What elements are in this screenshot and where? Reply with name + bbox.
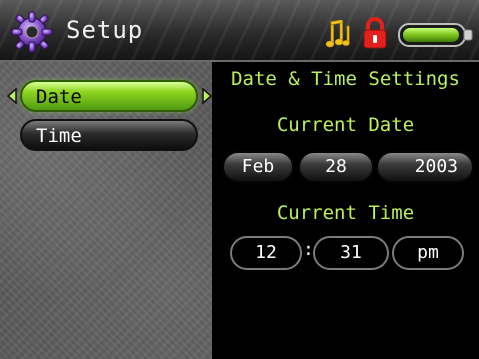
month-field[interactable]: Feb	[222, 151, 294, 183]
current-date-heading: Current Date	[276, 114, 415, 136]
day-field[interactable]: 28	[298, 151, 374, 183]
menu-item-label: Time	[36, 125, 82, 147]
battery-icon	[398, 23, 473, 47]
header-bar: Setup	[0, 0, 479, 62]
panel-title: Date & Time Settings	[231, 68, 460, 90]
menu-item-time[interactable]: Time	[20, 119, 198, 151]
arrow-left-icon[interactable]	[6, 88, 18, 104]
settings-menu: Date Time	[0, 62, 213, 359]
date-time-panel: Date & Time Settings Current Date Feb 28…	[212, 62, 479, 359]
menu-item-date[interactable]: Date	[20, 80, 198, 112]
year-field[interactable]: 2003	[376, 151, 474, 183]
minute-field[interactable]: 31	[313, 236, 389, 270]
lock-icon	[363, 17, 387, 49]
gear-icon	[11, 11, 53, 53]
page-title: Setup	[66, 16, 144, 44]
music-notes-icon	[325, 20, 350, 48]
current-time-heading: Current Time	[276, 202, 415, 224]
ampm-field[interactable]: pm	[392, 236, 464, 270]
hour-field[interactable]: 12	[230, 236, 302, 270]
menu-item-label: Date	[36, 86, 82, 108]
